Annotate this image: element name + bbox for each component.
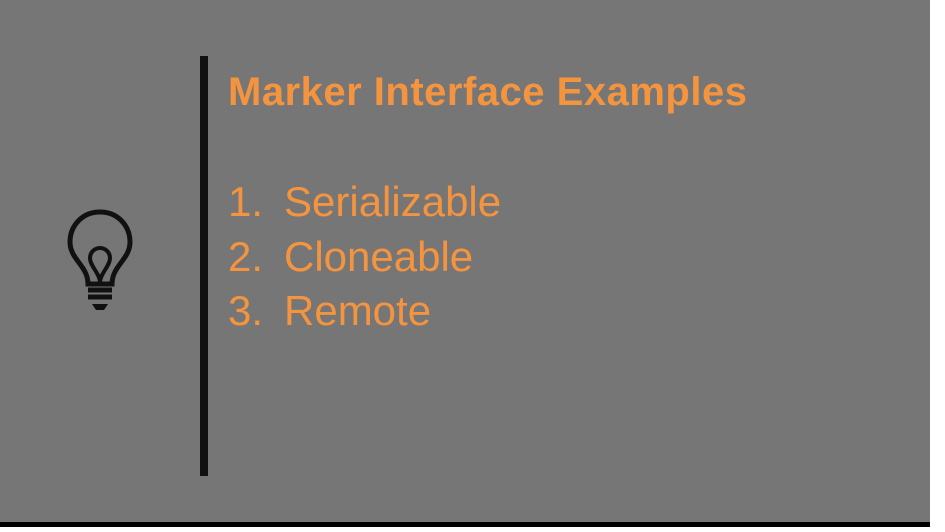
list-number: 2.	[228, 230, 284, 285]
list-number: 1.	[228, 175, 284, 230]
examples-list: 1.Serializable 2.Cloneable 3.Remote	[228, 175, 890, 339]
content-area: Marker Interface Examples 1.Serializable…	[228, 70, 890, 339]
lightbulb-icon	[60, 204, 140, 319]
list-item: 3.Remote	[228, 284, 890, 339]
vertical-divider	[200, 56, 208, 476]
list-item: 2.Cloneable	[228, 230, 890, 285]
list-text: Serializable	[284, 178, 501, 225]
list-text: Remote	[284, 287, 431, 334]
slide: Marker Interface Examples 1.Serializable…	[0, 0, 930, 527]
list-item: 1.Serializable	[228, 175, 890, 230]
list-number: 3.	[228, 284, 284, 339]
icon-area	[0, 204, 200, 319]
slide-title: Marker Interface Examples	[228, 70, 890, 115]
list-text: Cloneable	[284, 233, 473, 280]
